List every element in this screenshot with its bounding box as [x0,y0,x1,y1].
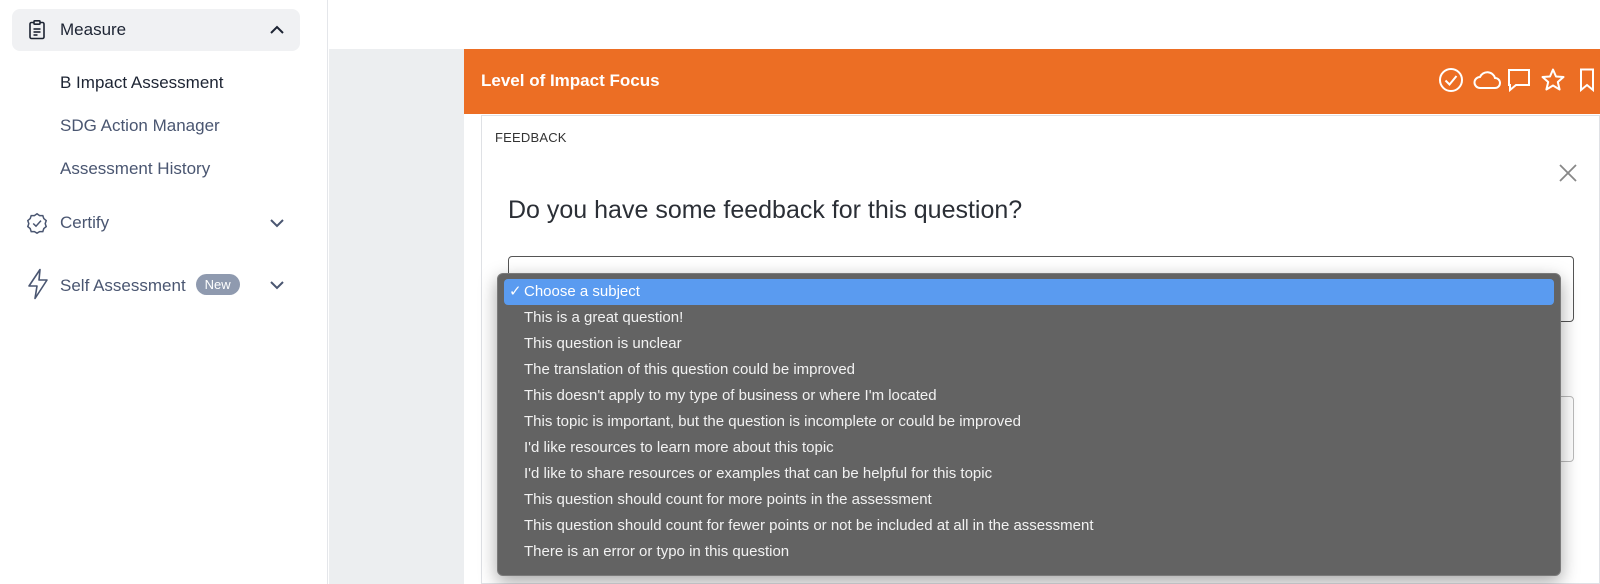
dropdown-option[interactable]: This doesn't apply to my type of busines… [504,383,1554,409]
option-label: The translation of this question could b… [524,361,856,378]
sidebar-item-label: SDG Action Manager [60,116,220,135]
feedback-question: Do you have some feedback for this quest… [508,196,1023,224]
dropdown-option[interactable]: This topic is important, but the questio… [504,409,1554,435]
subject-dropdown-menu: ✓ Choose a subject This is a great quest… [497,273,1561,576]
option-label: There is an error or typo in this questi… [524,543,790,560]
option-label: I'd like resources to learn more about t… [524,439,834,456]
dropdown-option[interactable]: This question is unclear [504,331,1554,357]
header-icons [1438,67,1600,93]
sidebar-item-b-impact-assessment[interactable]: B Impact Assessment [60,73,223,93]
dropdown-option[interactable]: This is a great question! [504,305,1554,331]
option-label: This question should count for more poin… [524,491,932,508]
badge-check-icon [26,212,48,235]
dropdown-option[interactable]: I'd like resources to learn more about t… [504,435,1554,461]
option-label: This question should count for fewer poi… [524,517,1094,534]
top-strip [329,0,1600,49]
dropdown-option[interactable]: I'd like to share resources or examples … [504,461,1554,487]
sidebar: Measure B Impact Assessment SDG Action M… [0,0,328,584]
nav-measure[interactable]: Measure [12,9,300,51]
nav-certify[interactable]: Certify [12,202,300,244]
question-header: Level of Impact Focus [464,49,1600,114]
close-icon[interactable] [1557,162,1579,184]
clipboard-icon [26,19,48,41]
sidebar-item-label: B Impact Assessment [60,73,224,92]
nav-measure-label: Measure [60,20,127,39]
nav-self-assessment[interactable]: Self Assessment New [12,264,300,306]
star-icon[interactable] [1540,67,1566,93]
new-badge: New [195,274,240,295]
dropdown-option[interactable]: The translation of this question could b… [504,357,1554,383]
self-assessment-text: Self Assessment [60,276,186,295]
option-label: Choose a subject [524,283,640,300]
nav-certify-label: Certify [60,213,110,232]
chevron-up-icon[interactable] [268,21,286,39]
checkmark-icon: ✓ [509,283,522,300]
chevron-down-icon[interactable] [268,276,286,294]
sidebar-item-sdg-action-manager[interactable]: SDG Action Manager [60,116,220,136]
option-label: This topic is important, but the questio… [524,413,1021,430]
sidebar-item-assessment-history[interactable]: Assessment History [60,159,210,179]
check-circle-icon[interactable] [1438,67,1464,93]
option-label: This question is unclear [524,335,682,352]
cloud-icon[interactable] [1472,67,1501,93]
feedback-label: FEEDBACK [495,130,567,145]
option-label: This is a great question! [524,309,684,326]
nav-self-assessment-label: Self Assessment New [60,274,240,296]
dropdown-option[interactable]: This question should count for fewer poi… [504,513,1554,539]
bookmark-icon[interactable] [1574,67,1600,93]
chevron-down-icon[interactable] [268,214,286,232]
question-title: Level of Impact Focus [481,71,660,90]
option-label: This doesn't apply to my type of busines… [524,387,937,404]
option-label: I'd like to share resources or examples … [524,465,993,482]
comment-icon[interactable] [1506,67,1532,93]
dropdown-option[interactable]: This question should count for more poin… [504,487,1554,513]
dropdown-option[interactable]: There is an error or typo in this questi… [504,539,1554,565]
dropdown-option[interactable]: ✓ Choose a subject [504,279,1554,305]
sidebar-item-label: Assessment History [60,159,211,178]
lightning-icon [26,268,48,300]
